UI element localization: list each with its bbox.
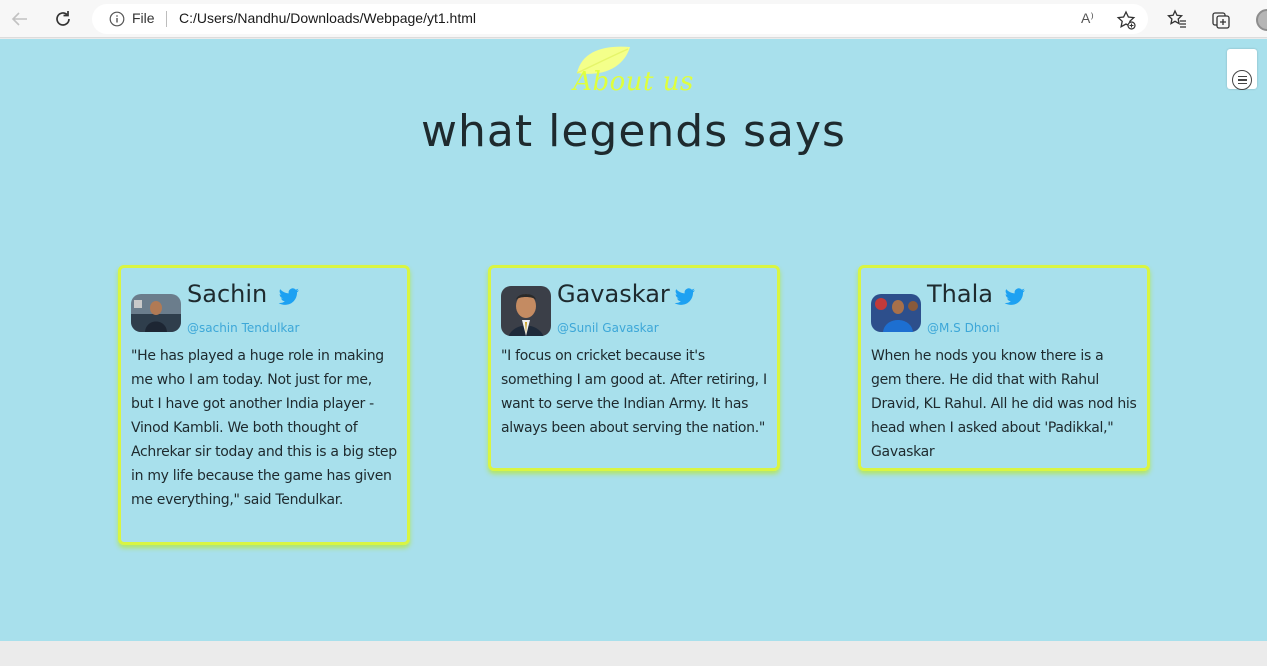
- side-panel-button[interactable]: [1227, 49, 1257, 90]
- browser-toolbar: File C:/Users/Nandhu/Downloads/Webpage/y…: [0, 0, 1267, 38]
- favorites-icon[interactable]: [1167, 9, 1187, 29]
- card-quote: When he nods you know there is a gem the…: [871, 348, 1137, 460]
- back-button[interactable]: [8, 7, 32, 31]
- address-divider: [166, 11, 167, 27]
- twitter-icon[interactable]: [1004, 288, 1026, 306]
- testimonial-card: Sachin @sachin Tendulkar "He has played …: [118, 265, 410, 545]
- about-heading: About us: [573, 67, 694, 97]
- profile-avatar[interactable]: [1256, 9, 1267, 31]
- reload-button[interactable]: [51, 7, 75, 31]
- window-bottom-edge: [0, 641, 1267, 666]
- add-favorite-icon[interactable]: [1116, 10, 1136, 30]
- card-handle[interactable]: @M.S Dhoni: [927, 321, 1000, 335]
- card-quote: "I focus on cricket because it's somethi…: [501, 348, 767, 436]
- info-icon[interactable]: [109, 11, 125, 27]
- address-bar[interactable]: File C:/Users/Nandhu/Downloads/Webpage/y…: [92, 4, 1148, 34]
- card-name: Gavaskar: [557, 280, 670, 308]
- card-quote: "He has played a huge role in making me …: [131, 348, 397, 508]
- card-handle[interactable]: @Sunil Gavaskar: [557, 321, 659, 335]
- twitter-icon[interactable]: [278, 288, 300, 306]
- card-name: Sachin: [187, 280, 268, 308]
- card-name: Thala: [927, 280, 993, 308]
- webpage-viewport: About us what legends says Sachin @sachi…: [0, 39, 1267, 641]
- avatar: [871, 294, 921, 332]
- back-arrow-icon: [11, 12, 27, 26]
- avatar: [501, 286, 551, 336]
- page-title: what legends says: [421, 106, 846, 157]
- collections-icon[interactable]: [1211, 9, 1231, 29]
- card-handle[interactable]: @sachin Tendulkar: [187, 321, 299, 335]
- twitter-icon[interactable]: [674, 288, 696, 306]
- file-scheme-label: File: [132, 10, 155, 26]
- menu-icon: [1232, 70, 1252, 90]
- url-text[interactable]: C:/Users/Nandhu/Downloads/Webpage/yt1.ht…: [179, 10, 476, 26]
- testimonial-card: Thala @M.S Dhoni When he nods you know t…: [858, 265, 1150, 471]
- read-aloud-icon[interactable]: A⁾: [1081, 10, 1094, 27]
- testimonial-card: Gavaskar @Sunil Gavaskar "I focus on cri…: [488, 265, 780, 471]
- avatar: [131, 294, 181, 332]
- reload-icon: [56, 11, 70, 26]
